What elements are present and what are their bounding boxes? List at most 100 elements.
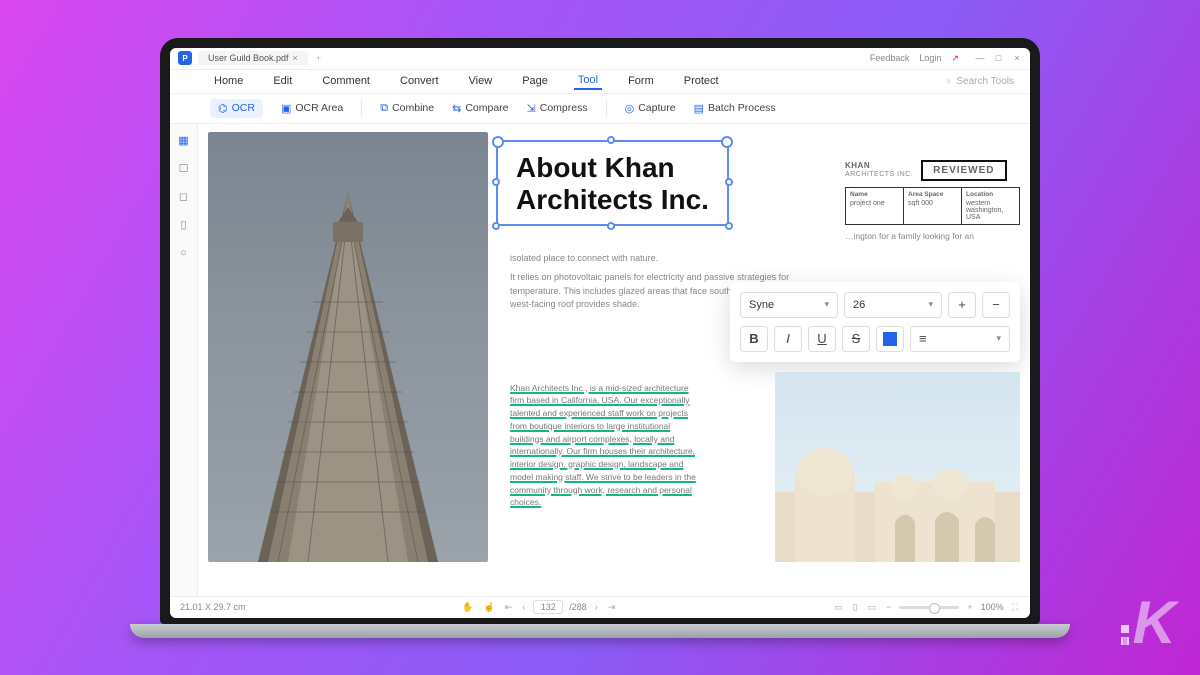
menu-convert[interactable]: Convert	[396, 73, 443, 89]
menu-edit[interactable]: Edit	[269, 73, 296, 89]
heading-line2: Architects Inc.	[516, 184, 709, 216]
ribbon-combine[interactable]: ⧉ Combine	[380, 102, 434, 115]
compress-icon: ⇲	[527, 102, 536, 115]
menubar: Home Edit Comment Convert View Page Tool…	[170, 70, 1030, 94]
chevron-down-icon: ▾	[824, 299, 829, 310]
search-panel-icon[interactable]: ○	[177, 246, 191, 260]
ocr-icon: ⌬	[218, 102, 228, 115]
ribbon-separator	[361, 100, 362, 116]
zoom-in-button[interactable]: +	[965, 602, 974, 612]
menu-form[interactable]: Form	[624, 73, 658, 89]
menu-tool[interactable]: Tool	[574, 72, 602, 90]
close-icon[interactable]: ×	[1012, 53, 1022, 63]
left-rail: ▦ ☐ ◻ ▯ ○	[170, 124, 198, 596]
comment-panel-icon[interactable]: ◻	[177, 190, 191, 204]
statusbar: 21.01 X 29.7 cm ✋ ☝ ⇤ ‹ 132 /288 › ⇥ ▭ ▯…	[170, 596, 1030, 618]
menu-view[interactable]: View	[465, 73, 497, 89]
maximize-icon[interactable]: □	[993, 53, 1003, 63]
fullscreen-icon[interactable]: ⛶	[1010, 602, 1020, 613]
view-mode-icon[interactable]: ▯	[851, 602, 860, 613]
app-window: P User Guild Book.pdf × + Feedback Login…	[170, 48, 1030, 618]
tab-filename: User Guild Book.pdf	[208, 53, 289, 63]
bold-button[interactable]: B	[740, 326, 768, 352]
ribbon-compare[interactable]: ⇆ Compare	[452, 102, 508, 115]
share-icon[interactable]: ↗	[951, 53, 959, 64]
app-icon: P	[178, 51, 192, 65]
next-page-button[interactable]: ›	[593, 602, 600, 612]
info-table: Nameproject one Area Spacesqft 000 Locat…	[845, 187, 1020, 225]
brand-watermark: K	[1121, 588, 1172, 657]
first-page-button[interactable]: ⇤	[503, 602, 515, 613]
stamp-block: KHAN ARCHITECTS INC. REVIEWED Nameprojec…	[845, 160, 1020, 243]
ocr-area-icon: ▣	[281, 102, 291, 115]
building-image	[208, 132, 488, 562]
menu-page[interactable]: Page	[518, 73, 552, 89]
document-canvas[interactable]: KHAN ARCHITECTS INC. REVIEWED Nameprojec…	[198, 124, 1030, 596]
color-swatch	[883, 332, 897, 346]
select-tool-icon[interactable]: ☝	[482, 602, 497, 613]
font-select[interactable]: Syne ▾	[740, 292, 838, 318]
thumbnails-icon[interactable]: ▦	[177, 134, 191, 148]
batch-icon: ▤	[694, 102, 704, 115]
decrease-size-button[interactable]: −	[982, 292, 1010, 318]
last-page-button[interactable]: ⇥	[606, 602, 618, 613]
document-tab[interactable]: User Guild Book.pdf ×	[198, 51, 308, 65]
prev-page-button[interactable]: ‹	[520, 602, 527, 612]
feedback-link[interactable]: Feedback	[870, 53, 910, 63]
format-toolbar[interactable]: Syne ▾ 26 ▾ + −	[730, 282, 1020, 362]
mosque-image	[775, 372, 1020, 562]
tool-ribbon: ⌬ OCR ▣ OCR Area ⧉ Combine ⇆ Compare ⇲	[170, 94, 1030, 124]
body-paragraph: Khan Architects Inc., is a mid-sized arc…	[510, 382, 700, 510]
login-link[interactable]: Login	[919, 53, 941, 63]
view-mode-icon[interactable]: ▭	[866, 602, 879, 613]
page-total: /288	[569, 602, 587, 612]
ribbon-capture[interactable]: ◎ Capture	[625, 102, 676, 115]
menu-protect[interactable]: Protect	[680, 73, 723, 89]
underline-button[interactable]: U	[808, 326, 836, 352]
compare-icon: ⇆	[452, 102, 461, 115]
view-mode-icon[interactable]: ▭	[832, 602, 845, 613]
screen-bezel: P User Guild Book.pdf × + Feedback Login…	[160, 38, 1040, 624]
selected-text-box[interactable]: About Khan Architects Inc.	[496, 140, 729, 226]
titlebar: P User Guild Book.pdf × + Feedback Login…	[170, 48, 1030, 70]
zoom-slider[interactable]	[899, 606, 959, 609]
increase-size-button[interactable]: +	[948, 292, 976, 318]
laptop-frame: P User Guild Book.pdf × + Feedback Login…	[160, 38, 1040, 638]
menu-comment[interactable]: Comment	[318, 73, 374, 89]
close-tab-icon[interactable]: ×	[293, 53, 298, 63]
stamp-name: KHAN	[845, 161, 870, 170]
menu-home[interactable]: Home	[210, 73, 247, 89]
minimize-icon[interactable]: —	[975, 53, 985, 63]
capture-icon: ◎	[625, 102, 635, 115]
text-color-button[interactable]	[876, 326, 904, 352]
combine-icon: ⧉	[380, 102, 388, 115]
ribbon-ocr-area[interactable]: ▣ OCR Area	[281, 102, 343, 115]
font-size-select[interactable]: 26 ▾	[844, 292, 942, 318]
align-button[interactable]: ≡ ▾	[910, 326, 1010, 352]
zoom-out-button[interactable]: −	[884, 602, 893, 612]
stamp-sub: ARCHITECTS INC.	[845, 171, 913, 179]
heading-line1: About Khan	[516, 152, 709, 184]
hand-tool-icon[interactable]: ✋	[460, 602, 475, 613]
new-tab-button[interactable]: +	[316, 53, 321, 63]
chevron-down-icon: ▾	[996, 333, 1001, 344]
ribbon-separator	[606, 100, 607, 116]
search-tools[interactable]: ♀ Search Tools	[945, 76, 1014, 87]
italic-button[interactable]: I	[774, 326, 802, 352]
intro-right: …ington for a family looking for an	[845, 231, 1020, 243]
attachment-icon[interactable]: ▯	[177, 218, 191, 232]
bulb-icon: ♀	[945, 76, 953, 87]
ribbon-ocr[interactable]: ⌬ OCR	[210, 99, 263, 118]
ribbon-compress[interactable]: ⇲ Compress	[527, 102, 588, 115]
page-input[interactable]: 132	[533, 600, 563, 614]
chevron-down-icon: ▾	[928, 299, 933, 310]
bookmark-icon[interactable]: ☐	[177, 162, 191, 176]
strikethrough-button[interactable]: S	[842, 326, 870, 352]
zoom-value: 100%	[981, 602, 1004, 612]
page-dimensions: 21.01 X 29.7 cm	[180, 602, 246, 612]
reviewed-badge: REVIEWED	[921, 160, 1006, 181]
ribbon-batch[interactable]: ▤ Batch Process	[694, 102, 776, 115]
laptop-base	[130, 624, 1070, 638]
align-left-icon: ≡	[919, 331, 927, 346]
workspace: ▦ ☐ ◻ ▯ ○	[170, 124, 1030, 596]
